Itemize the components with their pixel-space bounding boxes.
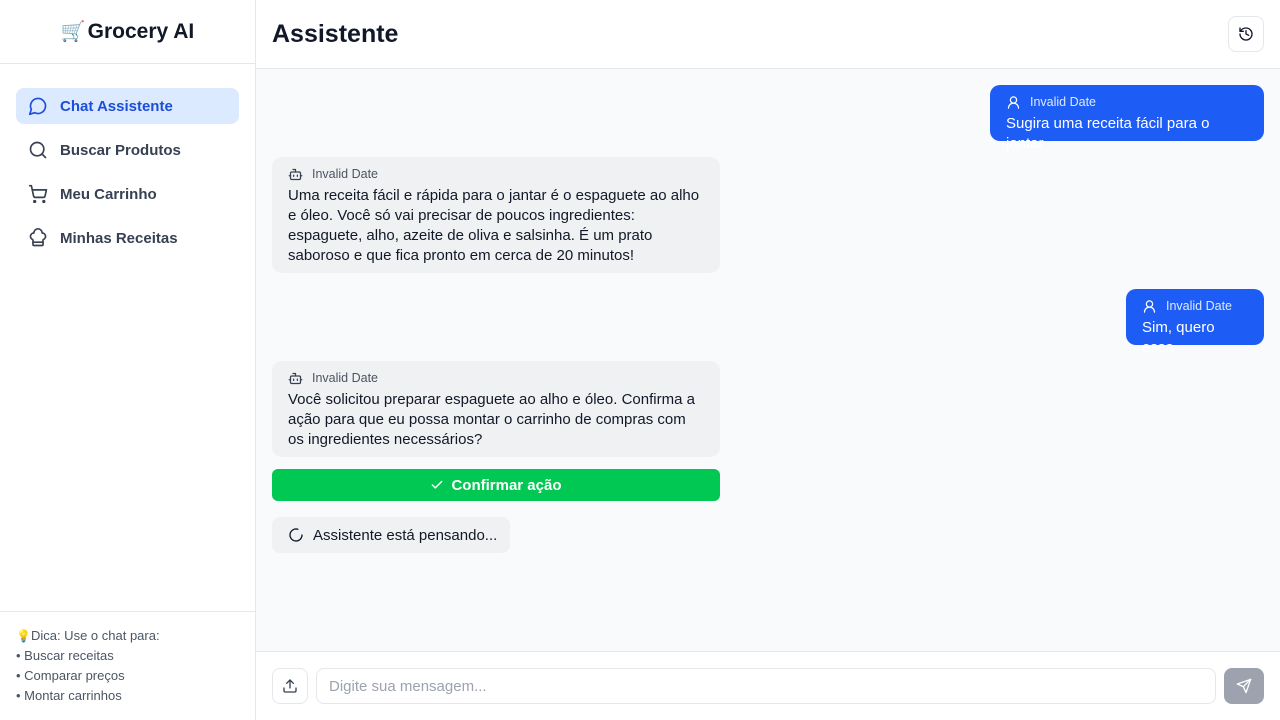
user-message: Invalid Date Sugira uma receita fácil pa… [990, 85, 1264, 152]
check-icon [432, 480, 443, 489]
user-message: Invalid Date Sim, quero essa [1126, 289, 1264, 356]
main-panel: Assistente Invalid Date Sugira uma recei… [256, 0, 1280, 720]
message-circle-icon [28, 97, 47, 116]
loader-icon [289, 528, 303, 542]
header: Assistente [256, 0, 1280, 69]
shopping-cart-icon [28, 184, 48, 204]
send-button[interactable] [1224, 668, 1264, 704]
message-timestamp: Invalid Date [312, 167, 379, 181]
chef-hat-icon [29, 228, 47, 247]
sidebar-item-minhas-receitas[interactable]: Minhas Receitas [16, 220, 239, 256]
message-text: Sugira uma receita fácil para o jantar [1006, 115, 1210, 152]
message-text: Você solicitou preparar espaguete ao alh… [288, 391, 695, 448]
page-title: Assistente [272, 19, 399, 48]
message-timestamp: Invalid Date [1030, 95, 1097, 109]
assistant-message: Invalid Date Você solicitou preparar esp… [272, 361, 720, 457]
search-icon [29, 141, 47, 159]
assistant-message: Invalid Date Uma receita fácil e rápida … [272, 157, 720, 273]
upload-icon [283, 679, 297, 693]
thinking-indicator: Assistente está pensando... [272, 517, 510, 553]
confirm-action-button[interactable]: Confirmar ação [272, 469, 720, 501]
sidebar-nav: Chat Assistente Buscar Produtos Meu Carr… [0, 64, 255, 256]
user-icon [1007, 95, 1020, 109]
brand-name: Grocery AI [87, 19, 195, 43]
thinking-label: Assistente está pensando... [313, 526, 498, 544]
sidebar-item-label: Meu Carrinho [60, 185, 157, 203]
send-icon [1236, 678, 1252, 694]
history-icon [1239, 27, 1253, 41]
tip-line: • Montar carrinhos [16, 688, 122, 703]
bot-icon [288, 372, 303, 384]
message-composer [256, 651, 1280, 720]
message-meta: Invalid Date [288, 369, 704, 387]
message-meta: Invalid Date [288, 165, 704, 183]
brand-logo[interactable]: 🛒 Grocery AI [0, 0, 255, 64]
tip-box: 💡Dica: Use o chat para: • Buscar receita… [0, 611, 255, 720]
sidebar-item-chat-assistente[interactable]: Chat Assistente [16, 88, 239, 124]
tip-line: • Buscar receitas [16, 648, 114, 663]
user-icon [1143, 299, 1156, 313]
message-meta: Invalid Date [1142, 297, 1248, 315]
message-timestamp: Invalid Date [312, 371, 379, 385]
history-button[interactable] [1228, 16, 1264, 52]
sidebar-item-label: Buscar Produtos [60, 141, 181, 159]
tip-line: • Comparar preços [16, 668, 125, 683]
shopping-cart-emoji-icon: 🛒 [60, 21, 86, 43]
sidebar-item-meu-carrinho[interactable]: Meu Carrinho [16, 176, 239, 212]
message-text: Uma receita fácil e rápida para o jantar… [288, 187, 700, 264]
sidebar-item-label: Minhas Receitas [60, 229, 178, 247]
message-input[interactable] [316, 668, 1216, 704]
chat-messages[interactable]: Invalid Date Sugira uma receita fácil pa… [256, 69, 1280, 651]
sidebar-item-label: Chat Assistente [60, 97, 173, 115]
tip-title-text: Dica: Use o chat para: [30, 628, 160, 643]
sidebar-item-buscar-produtos[interactable]: Buscar Produtos [16, 132, 239, 168]
sidebar: 🛒 Grocery AI Chat Assistente Buscar Prod… [0, 0, 256, 720]
bot-icon [288, 168, 303, 180]
message-timestamp: Invalid Date [1166, 299, 1233, 313]
lightbulb-emoji-icon: 💡 [16, 629, 31, 643]
message-meta: Invalid Date [1006, 93, 1248, 111]
tip-title: 💡Dica: Use o chat para: [16, 626, 239, 646]
confirm-action-label: Confirmar ação [451, 476, 562, 494]
message-text: Sim, quero essa [1142, 319, 1215, 356]
upload-button[interactable] [272, 668, 308, 704]
